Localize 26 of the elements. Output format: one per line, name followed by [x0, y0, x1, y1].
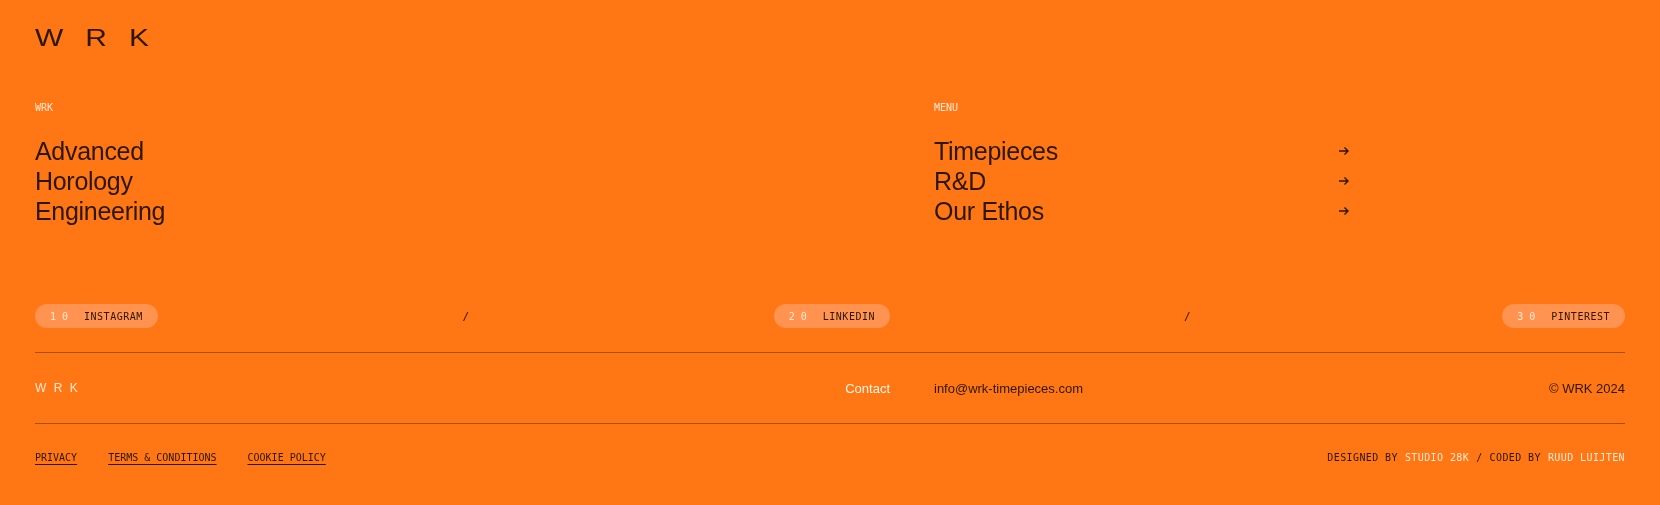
- legal-link[interactable]: PRIVACY: [35, 451, 78, 463]
- tagline-text: Advanced: [35, 136, 145, 166]
- credit-text: CODED BY: [1489, 451, 1541, 463]
- logo[interactable]: WRK: [35, 26, 171, 50]
- social-link[interactable]: 3 0 PINTEREST: [1502, 304, 1625, 328]
- social-link[interactable]: 2 0 LINKEDIN: [773, 304, 890, 328]
- menu-link[interactable]: R&D: [934, 166, 1350, 196]
- arrow-icon: [1338, 176, 1350, 186]
- menu-link[interactable]: Timepieces: [934, 136, 1350, 166]
- legal-link[interactable]: TERMS & CONDITIONS: [108, 451, 217, 463]
- email-link[interactable]: info@wrk-timepieces.com: [934, 380, 1083, 396]
- legal-link[interactable]: COOKIE POLICY: [247, 451, 326, 463]
- brand-text: W R K: [35, 381, 80, 395]
- menu-link[interactable]: Our Ethos: [934, 196, 1350, 226]
- copyright-text: © WRK 2024: [1548, 380, 1625, 396]
- social-link[interactable]: 1 0 INSTAGRAM: [35, 304, 158, 328]
- credit-text: /: [1476, 451, 1483, 463]
- tagline-text: Engineering: [35, 196, 167, 226]
- credit-text: DESIGNED BY: [1327, 451, 1398, 463]
- tagline-text: Horology: [35, 166, 134, 196]
- arrow-icon: [1338, 146, 1350, 156]
- separator-text: /: [1184, 309, 1191, 323]
- section-label: WRK: [35, 102, 55, 114]
- section-label: MENU: [934, 102, 960, 114]
- separator-text: /: [462, 309, 470, 323]
- arrow-icon: [1338, 206, 1350, 216]
